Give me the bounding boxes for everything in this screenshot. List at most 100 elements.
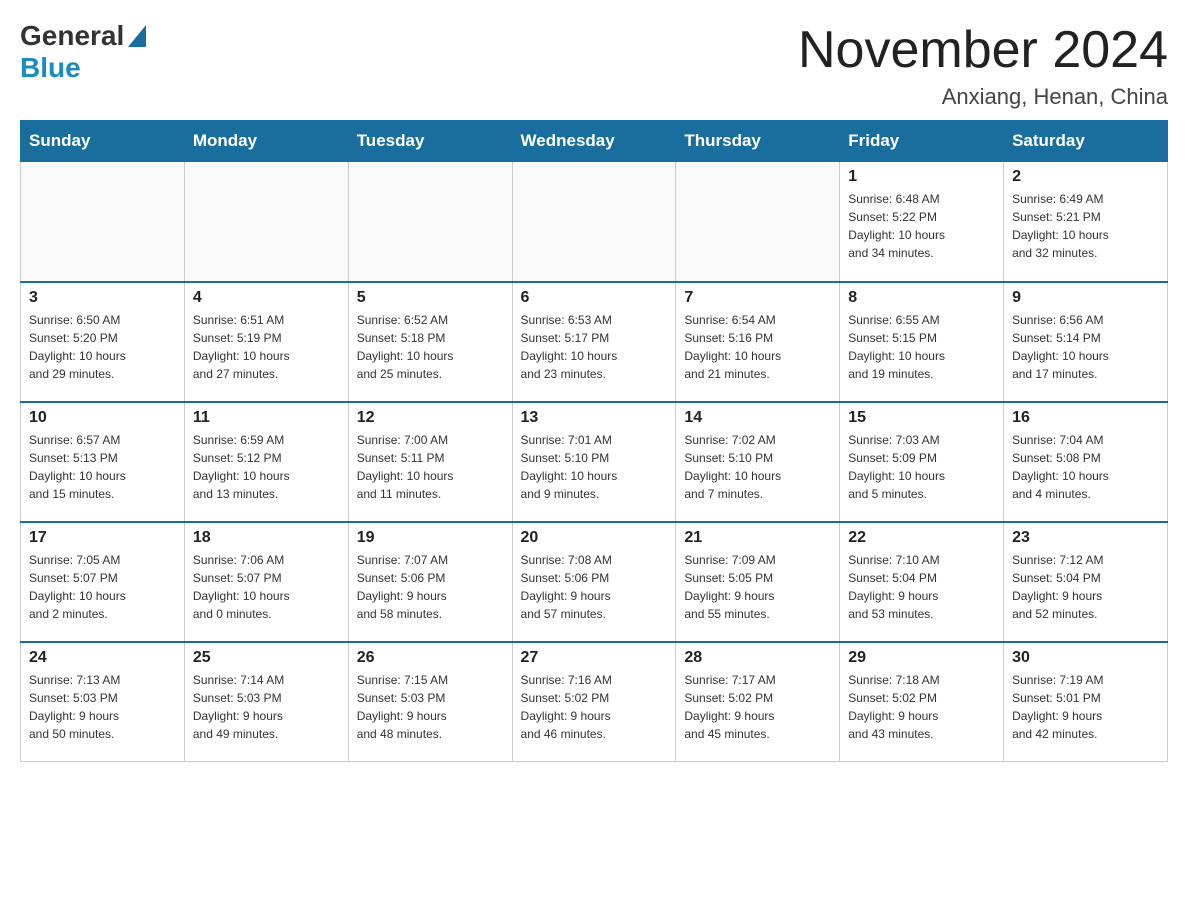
day-info: Sunrise: 7:01 AM Sunset: 5:10 PM Dayligh…: [521, 431, 668, 503]
calendar-cell: 29 Sunrise: 7:18 AM Sunset: 5:02 PM Dayli…: [840, 642, 1004, 762]
calendar-cell: 18 Sunrise: 7:06 AM Sunset: 5:07 PM Dayli…: [184, 522, 348, 642]
day-number: 22: [848, 529, 995, 547]
day-number: 23: [1012, 529, 1159, 547]
day-number: 18: [193, 529, 340, 547]
day-number: 24: [29, 649, 176, 667]
day-number: 9: [1012, 289, 1159, 307]
day-of-week-header: Saturday: [1004, 121, 1168, 162]
day-info: Sunrise: 7:12 AM Sunset: 5:04 PM Dayligh…: [1012, 551, 1159, 623]
calendar-cell: 15Sunrise: 7:03 AM Sunset: 5:09 PM Dayli…: [840, 402, 1004, 522]
day-info: Sunrise: 7:07 AM Sunset: 5:06 PM Dayligh…: [357, 551, 504, 623]
calendar-cell: 22 Sunrise: 7:10 AM Sunset: 5:04 PM Dayli…: [840, 522, 1004, 642]
day-number: 21: [684, 529, 831, 547]
calendar-cell: 9 Sunrise: 6:56 AM Sunset: 5:14 PM Daylig…: [1004, 282, 1168, 402]
month-title: November 2024: [798, 20, 1168, 80]
day-number: 7: [684, 289, 831, 307]
day-info: Sunrise: 7:04 AM Sunset: 5:08 PM Dayligh…: [1012, 431, 1159, 503]
day-number: 26: [357, 649, 504, 667]
day-number: 19: [357, 529, 504, 547]
day-number: 13: [521, 409, 668, 427]
day-info: Sunrise: 7:00 AM Sunset: 5:11 PM Dayligh…: [357, 431, 504, 503]
calendar-cell: 3Sunrise: 6:50 AM Sunset: 5:20 PM Daylig…: [21, 282, 185, 402]
day-number: 27: [521, 649, 668, 667]
calendar-cell: [184, 162, 348, 282]
calendar-cell: 20 Sunrise: 7:08 AM Sunset: 5:06 PM Dayli…: [512, 522, 676, 642]
page-header: General Blue November 2024 Anxiang, Hena…: [20, 20, 1168, 110]
day-info: Sunrise: 7:19 AM Sunset: 5:01 PM Dayligh…: [1012, 671, 1159, 743]
day-info: Sunrise: 6:48 AM Sunset: 5:22 PM Dayligh…: [848, 190, 995, 262]
calendar-header-row: SundayMondayTuesdayWednesdayThursdayFrid…: [21, 121, 1168, 162]
calendar-cell: 17Sunrise: 7:05 AM Sunset: 5:07 PM Dayli…: [21, 522, 185, 642]
calendar-cell: 11 Sunrise: 6:59 AM Sunset: 5:12 PM Dayli…: [184, 402, 348, 522]
calendar-cell: 1 Sunrise: 6:48 AM Sunset: 5:22 PM Daylig…: [840, 162, 1004, 282]
day-number: 20: [521, 529, 668, 547]
day-info: Sunrise: 7:08 AM Sunset: 5:06 PM Dayligh…: [521, 551, 668, 623]
day-number: 11: [193, 409, 340, 427]
day-info: Sunrise: 6:59 AM Sunset: 5:12 PM Dayligh…: [193, 431, 340, 503]
calendar-cell: 13 Sunrise: 7:01 AM Sunset: 5:10 PM Dayli…: [512, 402, 676, 522]
calendar-cell: 8Sunrise: 6:55 AM Sunset: 5:15 PM Daylig…: [840, 282, 1004, 402]
calendar-cell: [348, 162, 512, 282]
day-number: 12: [357, 409, 504, 427]
calendar-week-row: 3Sunrise: 6:50 AM Sunset: 5:20 PM Daylig…: [21, 282, 1168, 402]
calendar-table: SundayMondayTuesdayWednesdayThursdayFrid…: [20, 120, 1168, 762]
calendar-cell: 19 Sunrise: 7:07 AM Sunset: 5:06 PM Dayli…: [348, 522, 512, 642]
calendar-cell: [21, 162, 185, 282]
day-number: 4: [193, 289, 340, 307]
calendar-cell: 21 Sunrise: 7:09 AM Sunset: 5:05 PM Dayli…: [676, 522, 840, 642]
day-info: Sunrise: 7:13 AM Sunset: 5:03 PM Dayligh…: [29, 671, 176, 743]
calendar-week-row: 10Sunrise: 6:57 AM Sunset: 5:13 PM Dayli…: [21, 402, 1168, 522]
day-info: Sunrise: 6:51 AM Sunset: 5:19 PM Dayligh…: [193, 311, 340, 383]
title-area: November 2024 Anxiang, Henan, China: [798, 20, 1168, 110]
day-number: 14: [684, 409, 831, 427]
calendar-cell: [676, 162, 840, 282]
calendar-cell: 5 Sunrise: 6:52 AM Sunset: 5:18 PM Daylig…: [348, 282, 512, 402]
day-number: 2: [1012, 168, 1159, 186]
day-info: Sunrise: 7:03 AM Sunset: 5:09 PM Dayligh…: [848, 431, 995, 503]
day-info: Sunrise: 6:56 AM Sunset: 5:14 PM Dayligh…: [1012, 311, 1159, 383]
calendar-week-row: 1 Sunrise: 6:48 AM Sunset: 5:22 PM Daylig…: [21, 162, 1168, 282]
day-number: 3: [29, 289, 176, 307]
calendar-cell: 14Sunrise: 7:02 AM Sunset: 5:10 PM Dayli…: [676, 402, 840, 522]
location-title: Anxiang, Henan, China: [798, 84, 1168, 110]
calendar-cell: [512, 162, 676, 282]
calendar-cell: 12 Sunrise: 7:00 AM Sunset: 5:11 PM Dayli…: [348, 402, 512, 522]
day-info: Sunrise: 7:05 AM Sunset: 5:07 PM Dayligh…: [29, 551, 176, 623]
day-info: Sunrise: 7:10 AM Sunset: 5:04 PM Dayligh…: [848, 551, 995, 623]
calendar-cell: 25 Sunrise: 7:14 AM Sunset: 5:03 PM Dayli…: [184, 642, 348, 762]
calendar-cell: 4 Sunrise: 6:51 AM Sunset: 5:19 PM Daylig…: [184, 282, 348, 402]
calendar-cell: 24 Sunrise: 7:13 AM Sunset: 5:03 PM Dayli…: [21, 642, 185, 762]
day-number: 29: [848, 649, 995, 667]
day-of-week-header: Wednesday: [512, 121, 676, 162]
day-info: Sunrise: 7:09 AM Sunset: 5:05 PM Dayligh…: [684, 551, 831, 623]
day-info: Sunrise: 6:49 AM Sunset: 5:21 PM Dayligh…: [1012, 190, 1159, 262]
logo: General Blue: [20, 20, 146, 84]
day-number: 16: [1012, 409, 1159, 427]
calendar-cell: 27 Sunrise: 7:16 AM Sunset: 5:02 PM Dayli…: [512, 642, 676, 762]
day-number: 30: [1012, 649, 1159, 667]
day-of-week-header: Tuesday: [348, 121, 512, 162]
day-of-week-header: Sunday: [21, 121, 185, 162]
day-info: Sunrise: 6:53 AM Sunset: 5:17 PM Dayligh…: [521, 311, 668, 383]
calendar-week-row: 17Sunrise: 7:05 AM Sunset: 5:07 PM Dayli…: [21, 522, 1168, 642]
day-number: 5: [357, 289, 504, 307]
day-info: Sunrise: 6:52 AM Sunset: 5:18 PM Dayligh…: [357, 311, 504, 383]
day-info: Sunrise: 7:15 AM Sunset: 5:03 PM Dayligh…: [357, 671, 504, 743]
day-info: Sunrise: 7:06 AM Sunset: 5:07 PM Dayligh…: [193, 551, 340, 623]
calendar-cell: 30 Sunrise: 7:19 AM Sunset: 5:01 PM Dayli…: [1004, 642, 1168, 762]
day-number: 25: [193, 649, 340, 667]
day-info: Sunrise: 7:16 AM Sunset: 5:02 PM Dayligh…: [521, 671, 668, 743]
calendar-cell: 6Sunrise: 6:53 AM Sunset: 5:17 PM Daylig…: [512, 282, 676, 402]
calendar-cell: 16 Sunrise: 7:04 AM Sunset: 5:08 PM Dayli…: [1004, 402, 1168, 522]
day-number: 1: [848, 168, 995, 186]
day-info: Sunrise: 7:14 AM Sunset: 5:03 PM Dayligh…: [193, 671, 340, 743]
day-of-week-header: Friday: [840, 121, 1004, 162]
logo-blue-text: Blue: [20, 52, 81, 84]
day-of-week-header: Monday: [184, 121, 348, 162]
calendar-cell: 2 Sunrise: 6:49 AM Sunset: 5:21 PM Daylig…: [1004, 162, 1168, 282]
day-info: Sunrise: 7:18 AM Sunset: 5:02 PM Dayligh…: [848, 671, 995, 743]
day-number: 8: [848, 289, 995, 307]
calendar-cell: 23 Sunrise: 7:12 AM Sunset: 5:04 PM Dayli…: [1004, 522, 1168, 642]
calendar-week-row: 24 Sunrise: 7:13 AM Sunset: 5:03 PM Dayli…: [21, 642, 1168, 762]
logo-triangle-icon: [128, 25, 146, 47]
